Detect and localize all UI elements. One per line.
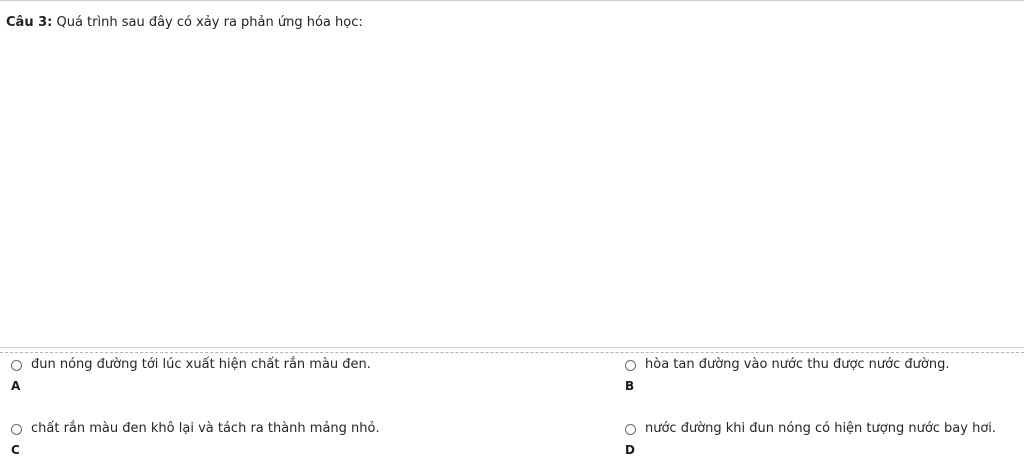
answer-option-d[interactable]: nước đường khi đun nóng có hiện tượng nư… [625, 421, 1024, 463]
radio-button-c[interactable] [11, 424, 22, 435]
answer-text-d[interactable]: nước đường khi đun nóng có hiện tượng nư… [645, 421, 996, 437]
question-number: Câu 3: [6, 15, 53, 30]
answer-letter-b: B [625, 379, 635, 393]
answer-option-c[interactable]: chất rắn màu đen khô lại và tách ra thàn… [11, 421, 511, 463]
section-divider [0, 347, 1024, 348]
question-text: Câu 3: Quá trình sau đây có xảy ra phản … [6, 15, 363, 31]
answer-option-b[interactable]: hòa tan đường vào nước thu được nước đườ… [625, 357, 1024, 399]
answer-text-a[interactable]: đun nóng đường tới lúc xuất hiện chất rắ… [31, 357, 371, 373]
answer-letter-c: C [11, 443, 20, 457]
answer-text-c[interactable]: chất rắn màu đen khô lại và tách ra thàn… [31, 421, 380, 437]
dotted-divider [0, 352, 1024, 353]
answer-text-b[interactable]: hòa tan đường vào nước thu được nước đườ… [645, 357, 949, 373]
answer-letter-a: A [11, 379, 21, 393]
radio-button-b[interactable] [625, 360, 636, 371]
answer-option-a[interactable]: đun nóng đường tới lúc xuất hiện chất rắ… [11, 357, 511, 399]
radio-button-a[interactable] [11, 360, 22, 371]
answer-letter-d: D [625, 443, 635, 457]
radio-button-d[interactable] [625, 424, 636, 435]
quiz-page: Câu 3: Quá trình sau đây có xảy ra phản … [0, 0, 1024, 466]
question-body: Quá trình sau đây có xảy ra phản ứng hóa… [56, 15, 363, 30]
